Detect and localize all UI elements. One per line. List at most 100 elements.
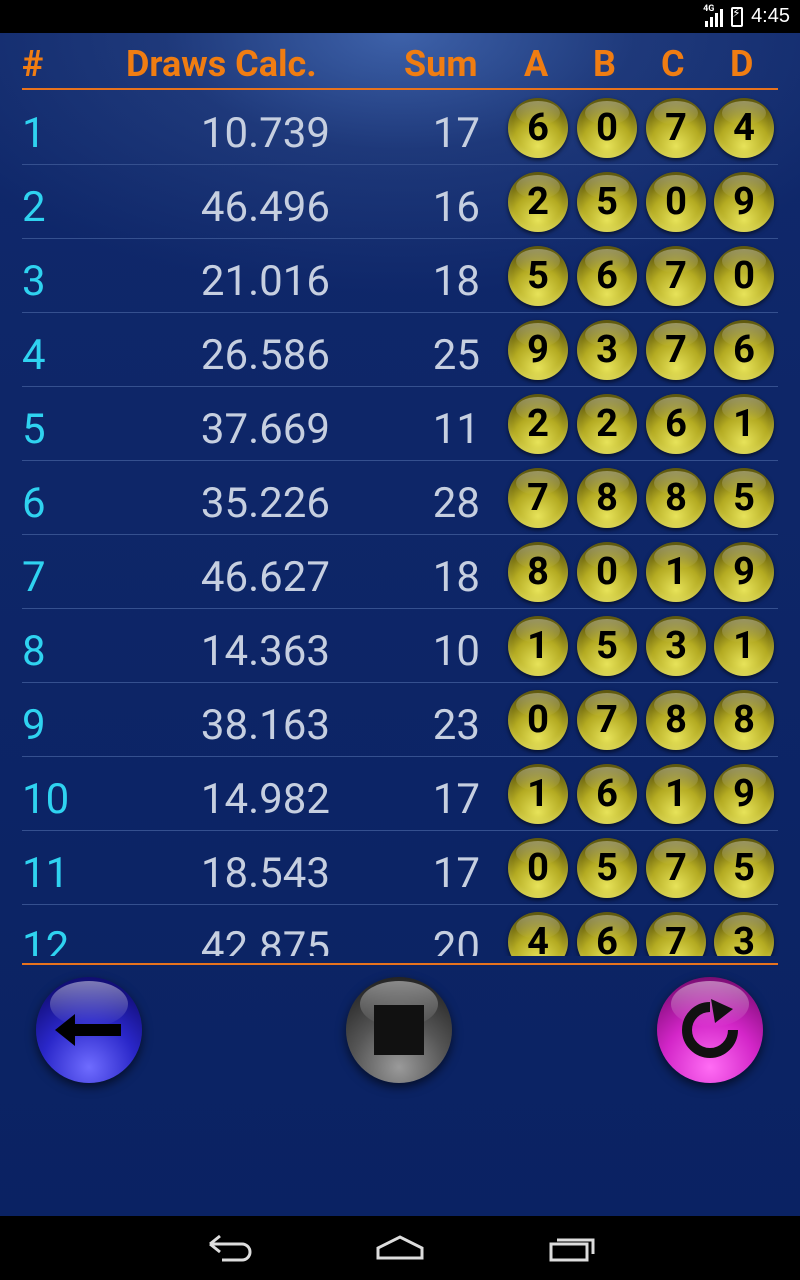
results-list[interactable]: 1 10.739 17 6 0 7 4 2 46.496 16 2 5 0 9 … [0,91,800,956]
ball-b: 3 [577,320,637,380]
ball-c: 6 [646,394,706,454]
row-number: 12 [22,923,70,956]
header-draws-calc: Draws Calc. [126,43,317,85]
stop-icon [374,1005,424,1055]
table-row: 12 42.875 20 4 6 7 3 [0,905,800,956]
ball-d: 0 [714,246,774,306]
table-row: 9 38.163 23 0 7 8 8 [0,683,800,757]
header-c: C [661,43,685,85]
nav-back-button[interactable] [200,1232,260,1264]
draws-calc-value: 35.226 [200,479,330,528]
nav-home-button[interactable] [370,1232,430,1264]
ball-c: 8 [646,690,706,750]
ball-c: 7 [646,912,706,956]
table-row: 6 35.226 28 7 8 8 5 [0,461,800,535]
row-number: 11 [22,849,70,898]
back-button[interactable] [36,977,142,1083]
draws-calc-value: 26.586 [200,331,330,380]
header-b: B [593,43,616,85]
draws-calc-value: 46.627 [200,553,330,602]
draws-calc-value: 42.875 [200,923,330,956]
status-bar: 4G 4:45 [0,0,800,33]
sum-value: 18 [432,257,480,306]
ball-b: 6 [577,912,637,956]
ball-b: 5 [577,172,637,232]
ball-b: 6 [577,246,637,306]
ball-b: 8 [577,468,637,528]
draws-calc-value: 18.543 [200,849,330,898]
sum-value: 17 [432,849,480,898]
sum-value: 23 [432,701,480,750]
ball-a: 6 [508,98,568,158]
ball-d: 8 [714,690,774,750]
sum-value: 20 [432,923,480,956]
ball-a: 9 [508,320,568,380]
ball-b: 6 [577,764,637,824]
draws-calc-value: 46.496 [200,183,330,232]
ball-d: 5 [714,468,774,528]
header-sum: Sum [404,43,478,85]
row-number: 9 [22,701,46,750]
recent-apps-icon [549,1238,595,1262]
sum-value: 16 [432,183,480,232]
draws-calc-value: 21.016 [200,257,330,306]
sum-value: 11 [432,405,480,454]
ball-a: 0 [508,838,568,898]
refresh-button[interactable] [657,977,763,1083]
ball-c: 1 [646,542,706,602]
app-screen: # Draws Calc. Sum A B C D 1 10.739 17 6 … [0,33,800,1216]
signal-icon: 4G [703,3,724,27]
table-row: 1 10.739 17 6 0 7 4 [0,91,800,165]
ball-b: 0 [577,542,637,602]
draws-calc-value: 37.669 [200,405,330,454]
ball-a: 1 [508,616,568,676]
ball-d: 9 [714,764,774,824]
sum-value: 10 [432,627,480,676]
draws-calc-value: 38.163 [200,701,330,750]
ball-c: 7 [646,838,706,898]
sum-value: 17 [432,109,480,158]
ball-b: 7 [577,690,637,750]
row-number: 5 [22,405,46,454]
ball-c: 7 [646,246,706,306]
table-row: 2 46.496 16 2 5 0 9 [0,165,800,239]
ball-c: 0 [646,172,706,232]
ball-d: 9 [714,172,774,232]
ball-a: 5 [508,246,568,306]
ball-c: 8 [646,468,706,528]
table-row: 11 18.543 17 0 5 7 5 [0,831,800,905]
row-number: 6 [22,479,46,528]
back-arrow-icon [209,1234,252,1262]
ball-d: 1 [714,616,774,676]
footer-divider [22,963,778,965]
ball-a: 8 [508,542,568,602]
sum-value: 18 [432,553,480,602]
ball-d: 3 [714,912,774,956]
row-number: 10 [22,775,70,824]
header-d: D [730,43,754,85]
table-row: 10 14.982 17 1 6 1 9 [0,757,800,831]
sum-value: 17 [432,775,480,824]
table-row: 5 37.669 11 2 2 6 1 [0,387,800,461]
network-type-label: 4G [703,3,715,14]
ball-b: 2 [577,394,637,454]
nav-recent-apps-button[interactable] [541,1232,601,1264]
ball-a: 0 [508,690,568,750]
sum-value: 25 [432,331,480,380]
header-a: A [524,43,549,85]
home-icon [376,1235,424,1260]
sum-value: 28 [432,479,480,528]
ball-a: 2 [508,172,568,232]
stop-button[interactable] [346,977,452,1083]
navigation-bar [0,1216,800,1280]
row-number: 3 [22,257,46,306]
ball-b: 0 [577,98,637,158]
ball-a: 7 [508,468,568,528]
table-row: 4 26.586 25 9 3 7 6 [0,313,800,387]
table-row: 7 46.627 18 8 0 1 9 [0,535,800,609]
ball-c: 3 [646,616,706,676]
ball-a: 4 [508,912,568,956]
row-number: 4 [22,331,46,380]
ball-d: 9 [714,542,774,602]
ball-a: 1 [508,764,568,824]
